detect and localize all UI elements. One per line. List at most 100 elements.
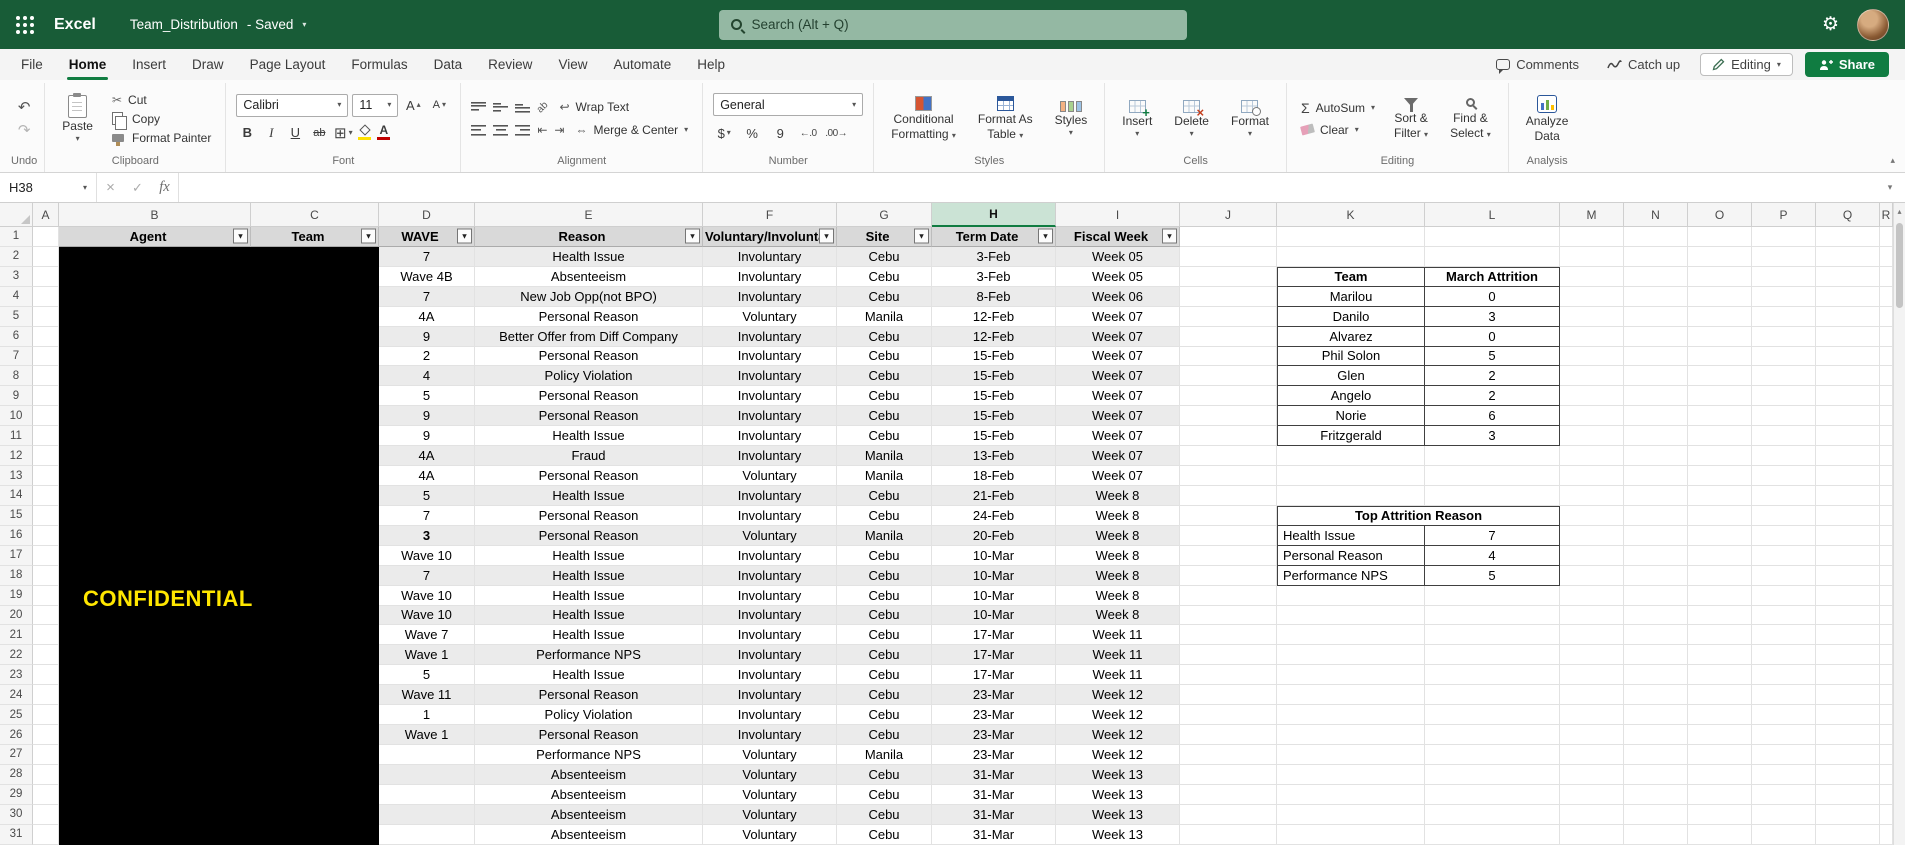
cell-Q9[interactable] bbox=[1816, 386, 1880, 407]
cell-G10[interactable]: Cebu bbox=[837, 406, 932, 427]
cell-R22[interactable] bbox=[1880, 645, 1893, 666]
cell-E7[interactable]: Personal Reason bbox=[475, 346, 703, 367]
cell-R18[interactable] bbox=[1880, 565, 1893, 586]
cell-O29[interactable] bbox=[1688, 784, 1752, 805]
cell-L11[interactable]: 3 bbox=[1425, 426, 1560, 447]
cell-N24[interactable] bbox=[1624, 685, 1688, 706]
cell-O3[interactable] bbox=[1688, 266, 1752, 287]
cell-N8[interactable] bbox=[1624, 366, 1688, 387]
cell-M6[interactable] bbox=[1560, 326, 1624, 347]
cell-F2[interactable]: Involuntary bbox=[703, 246, 837, 267]
cell-H31[interactable]: 31-Mar bbox=[932, 824, 1056, 845]
cell-A26[interactable] bbox=[33, 725, 59, 745]
filter-button[interactable]: ▾ bbox=[1162, 228, 1177, 244]
cell-G22[interactable]: Cebu bbox=[837, 645, 932, 666]
cell-H8[interactable]: 15-Feb bbox=[932, 366, 1056, 387]
menu-tab-file[interactable]: File bbox=[8, 49, 56, 80]
cell-H21[interactable]: 17-Mar bbox=[932, 625, 1056, 646]
cell-O7[interactable] bbox=[1688, 346, 1752, 367]
cell-Q4[interactable] bbox=[1816, 286, 1880, 307]
column-header-B[interactable]: B bbox=[59, 203, 251, 227]
column-header-I[interactable]: I bbox=[1056, 203, 1180, 227]
cell-Q27[interactable] bbox=[1816, 744, 1880, 765]
name-box[interactable]: H38 ▾ bbox=[0, 173, 97, 202]
cell-I12[interactable]: Week 07 bbox=[1056, 446, 1180, 467]
cell-A25[interactable] bbox=[33, 705, 59, 726]
clear-button[interactable]: Clear ▾ bbox=[1297, 122, 1379, 138]
cell-H30[interactable]: 31-Mar bbox=[932, 804, 1056, 825]
row-header-5[interactable]: 5 bbox=[0, 306, 33, 327]
row-header-6[interactable]: 6 bbox=[0, 326, 33, 347]
cell-E9[interactable]: Personal Reason bbox=[475, 386, 703, 407]
cell-E5[interactable]: Personal Reason bbox=[475, 306, 703, 327]
cell-A29[interactable] bbox=[33, 784, 59, 805]
row-header-17[interactable]: 17 bbox=[0, 545, 33, 566]
decrease-indent-button[interactable]: ⇤ bbox=[537, 123, 547, 137]
cell-I15[interactable]: Week 8 bbox=[1056, 505, 1180, 526]
cell-O14[interactable] bbox=[1688, 485, 1752, 506]
cell-Q1[interactable] bbox=[1816, 227, 1880, 247]
cell-K8[interactable]: Glen bbox=[1277, 366, 1425, 387]
app-launcher-icon[interactable] bbox=[16, 15, 34, 34]
column-header-D[interactable]: D bbox=[379, 203, 475, 227]
cell-L9[interactable]: 2 bbox=[1425, 386, 1560, 407]
gear-icon[interactable]: ⚙ bbox=[1822, 15, 1839, 34]
cell-J3[interactable] bbox=[1180, 266, 1277, 287]
cell-J18[interactable] bbox=[1180, 565, 1277, 586]
cell-N14[interactable] bbox=[1624, 485, 1688, 506]
cell-P10[interactable] bbox=[1752, 406, 1816, 427]
increase-decimal-button[interactable]: ←.0 bbox=[797, 122, 819, 144]
row-header-22[interactable]: 22 bbox=[0, 645, 33, 666]
cell-P14[interactable] bbox=[1752, 485, 1816, 506]
cell-N4[interactable] bbox=[1624, 286, 1688, 307]
row-header-14[interactable]: 14 bbox=[0, 485, 33, 506]
cell-D27[interactable] bbox=[379, 744, 475, 765]
cell-E30[interactable]: Absenteeism bbox=[475, 804, 703, 825]
cell-O19[interactable] bbox=[1688, 585, 1752, 606]
cell-A9[interactable] bbox=[33, 386, 59, 407]
cell-I18[interactable]: Week 8 bbox=[1056, 565, 1180, 586]
wrap-text-button[interactable]: ↩ Wrap Text bbox=[555, 99, 633, 115]
cell-R27[interactable] bbox=[1880, 744, 1893, 765]
cell-E12[interactable]: Fraud bbox=[475, 446, 703, 467]
row-header-3[interactable]: 3 bbox=[0, 266, 33, 287]
sort-filter-button[interactable]: Sort & Filter ▾ bbox=[1387, 96, 1435, 142]
cell-Q23[interactable] bbox=[1816, 665, 1880, 686]
cell-R25[interactable] bbox=[1880, 705, 1893, 726]
cell-N19[interactable] bbox=[1624, 585, 1688, 606]
cell-F30[interactable]: Voluntary bbox=[703, 804, 837, 825]
row-header-23[interactable]: 23 bbox=[0, 665, 33, 686]
column-header-P[interactable]: P bbox=[1752, 203, 1816, 227]
align-center-button[interactable] bbox=[493, 124, 509, 136]
cell-J13[interactable] bbox=[1180, 466, 1277, 486]
row-header-16[interactable]: 16 bbox=[0, 525, 33, 546]
cell-O28[interactable] bbox=[1688, 764, 1752, 785]
cell-L17[interactable]: 4 bbox=[1425, 545, 1560, 566]
cell-P7[interactable] bbox=[1752, 346, 1816, 367]
menu-tab-home[interactable]: Home bbox=[56, 49, 120, 80]
autosum-button[interactable]: Σ AutoSum ▾ bbox=[1297, 100, 1379, 116]
cell-E22[interactable]: Performance NPS bbox=[475, 645, 703, 666]
cell-D7[interactable]: 2 bbox=[379, 346, 475, 367]
cell-F10[interactable]: Involuntary bbox=[703, 406, 837, 427]
cell-N27[interactable] bbox=[1624, 744, 1688, 765]
cell-K20[interactable] bbox=[1277, 605, 1425, 626]
cell-P3[interactable] bbox=[1752, 266, 1816, 287]
cell-I24[interactable]: Week 12 bbox=[1056, 685, 1180, 706]
cell-P25[interactable] bbox=[1752, 705, 1816, 726]
filter-button[interactable]: ▾ bbox=[1038, 228, 1053, 244]
cell-N12[interactable] bbox=[1624, 446, 1688, 467]
cell-K17[interactable]: Personal Reason bbox=[1277, 545, 1425, 566]
cell-F8[interactable]: Involuntary bbox=[703, 366, 837, 387]
cell-G9[interactable]: Cebu bbox=[837, 386, 932, 407]
cell-G13[interactable]: Manila bbox=[837, 466, 932, 486]
cell-D12[interactable]: 4A bbox=[379, 446, 475, 467]
cell-L20[interactable] bbox=[1425, 605, 1560, 626]
cancel-entry-button[interactable]: × bbox=[97, 173, 124, 202]
cell-styles-button[interactable]: Styles ▾ bbox=[1048, 99, 1095, 139]
cell-K13[interactable] bbox=[1277, 466, 1425, 486]
vertical-scrollbar[interactable]: ▴ bbox=[1893, 203, 1905, 845]
column-header-E[interactable]: E bbox=[475, 203, 703, 227]
cell-O9[interactable] bbox=[1688, 386, 1752, 407]
align-bottom-button[interactable] bbox=[515, 101, 531, 113]
